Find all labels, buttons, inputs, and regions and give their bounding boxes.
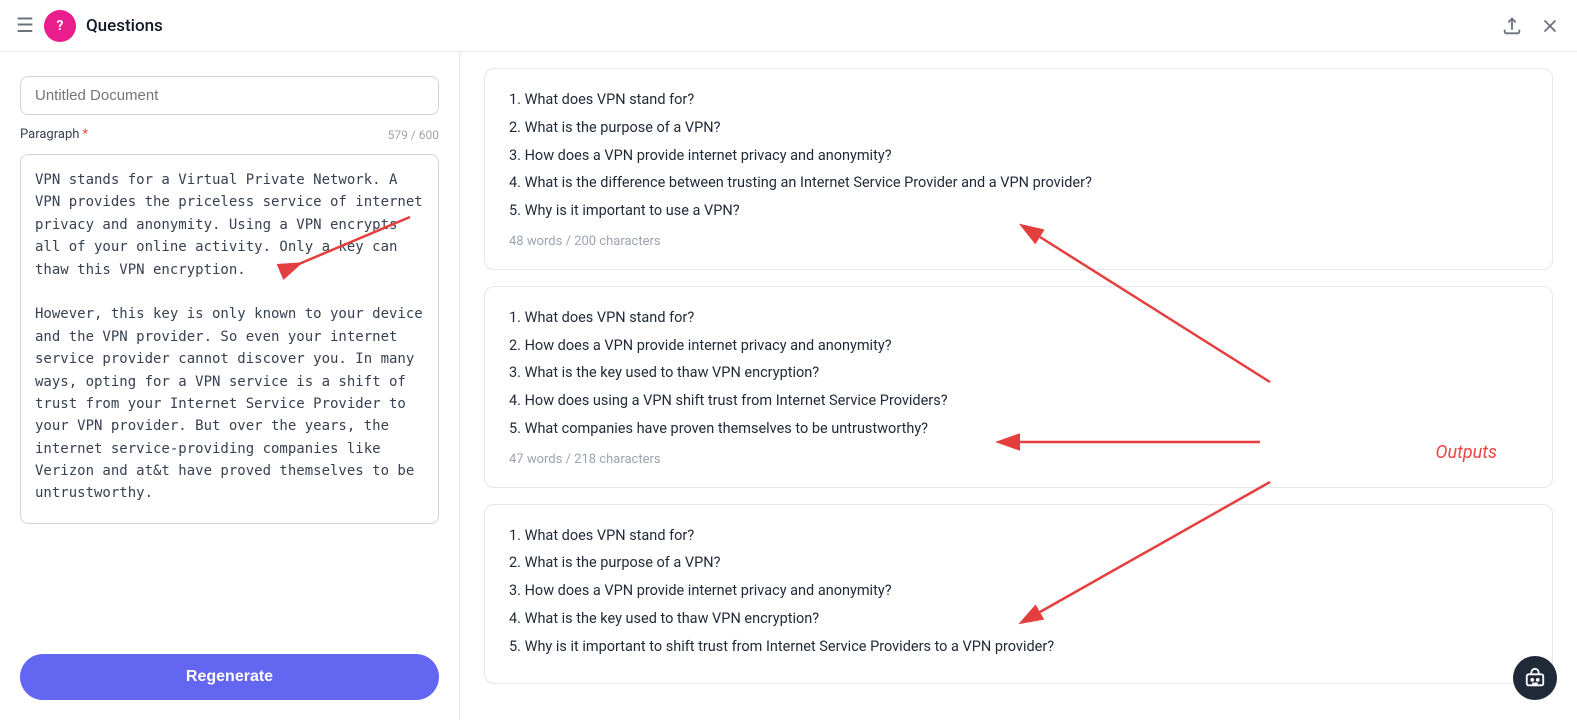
close-button[interactable] — [1539, 15, 1561, 37]
app-logo-icon: ? — [44, 10, 76, 42]
left-panel: Paragraph * 579 / 600 VPN stands for a V… — [0, 52, 460, 720]
output-card-2: What does VPN stand for? How does a VPN … — [484, 286, 1553, 488]
app-title: Questions — [86, 16, 163, 36]
word-count-1: 48 words / 200 characters — [509, 234, 1528, 249]
list-item: How does a VPN provide internet privacy … — [509, 145, 1528, 167]
hamburger-menu-button[interactable]: ☰ — [16, 13, 34, 38]
list-item: What is the difference between trusting … — [509, 172, 1528, 194]
list-item: What does VPN stand for? — [509, 307, 1528, 329]
list-item: What is the key used to thaw VPN encrypt… — [509, 608, 1528, 630]
char-count: 579 / 600 — [388, 128, 439, 142]
list-item: How does using a VPN shift trust from In… — [509, 390, 1528, 412]
list-item: What is the key used to thaw VPN encrypt… — [509, 362, 1528, 384]
list-item: How does a VPN provide internet privacy … — [509, 580, 1528, 602]
questions-list-1: What does VPN stand for? What is the pur… — [509, 89, 1528, 222]
app-header: ☰ ? Questions — [0, 0, 1577, 52]
list-item: Why is it important to shift trust from … — [509, 636, 1528, 658]
questions-list-3: What does VPN stand for? What is the pur… — [509, 525, 1528, 658]
questions-list-2: What does VPN stand for? How does a VPN … — [509, 307, 1528, 440]
upload-button[interactable] — [1501, 15, 1523, 37]
right-panel: What does VPN stand for? What is the pur… — [460, 52, 1577, 720]
paragraph-textarea[interactable]: VPN stands for a Virtual Private Network… — [20, 154, 439, 524]
required-star: * — [82, 127, 88, 142]
list-item: What is the purpose of a VPN? — [509, 117, 1528, 139]
paragraph-label: Paragraph * — [20, 127, 88, 142]
list-item: Why is it important to use a VPN? — [509, 200, 1528, 222]
list-item: What is the purpose of a VPN? — [509, 552, 1528, 574]
output-card-1: What does VPN stand for? What is the pur… — [484, 68, 1553, 270]
outputs-annotation-label: Outputs — [1435, 442, 1497, 463]
list-item: What does VPN stand for? — [509, 525, 1528, 547]
output-card-3: What does VPN stand for? What is the pur… — [484, 504, 1553, 685]
bot-icon-button[interactable] — [1513, 656, 1557, 700]
list-item: What does VPN stand for? — [509, 89, 1528, 111]
header-actions — [1501, 15, 1561, 37]
main-layout: Paragraph * 579 / 600 VPN stands for a V… — [0, 52, 1577, 720]
header-left: ☰ ? Questions — [16, 10, 163, 42]
list-item: What companies have proven themselves to… — [509, 418, 1528, 440]
paragraph-label-row: Paragraph * 579 / 600 — [20, 127, 439, 142]
list-item: How does a VPN provide internet privacy … — [509, 335, 1528, 357]
regenerate-button[interactable]: Regenerate — [20, 654, 439, 700]
document-title-input[interactable] — [20, 76, 439, 115]
textarea-wrapper: VPN stands for a Virtual Private Network… — [20, 154, 439, 642]
word-count-2: 47 words / 218 characters — [509, 452, 1528, 467]
